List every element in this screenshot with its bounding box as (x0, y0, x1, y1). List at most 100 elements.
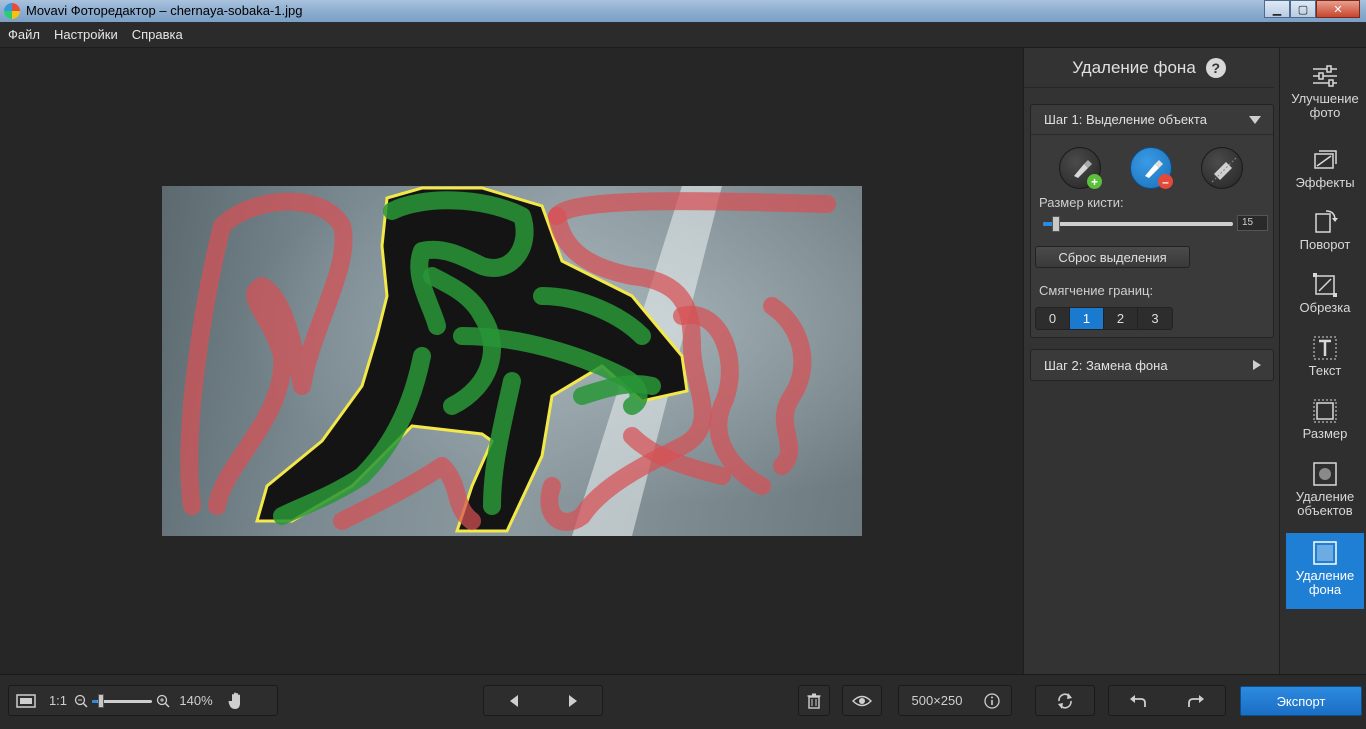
tool-object-removal[interactable]: Удаление объектов (1286, 460, 1364, 518)
fit-to-screen-icon[interactable] (9, 693, 43, 708)
undo-button[interactable] (1109, 694, 1167, 708)
tool-rotate-label: Поворот (1299, 237, 1351, 252)
tool-effects[interactable]: Эффекты (1286, 146, 1364, 190)
refresh-icon (1036, 692, 1094, 710)
tool-crop-label: Обрезка (1299, 300, 1351, 315)
object-removal-icon (1313, 462, 1337, 486)
window-title: Movavi Фоторедактор – chernaya-sobaka-1.… (26, 3, 303, 18)
smoothing-label: Смягчение границ: (1039, 283, 1154, 298)
menu-help[interactable]: Справка (124, 27, 189, 42)
zoom-in-icon[interactable] (155, 694, 171, 708)
actual-size-button[interactable]: 1:1 (43, 693, 73, 708)
chevron-down-icon (1249, 116, 1261, 124)
reset-button[interactable] (1035, 685, 1095, 716)
smoothing-option-0[interactable]: 0 (1036, 308, 1070, 329)
panel-title: Удаление фона ? (1024, 48, 1274, 88)
resize-icon (1313, 399, 1337, 423)
text-icon (1313, 336, 1337, 360)
crop-icon (1313, 273, 1337, 297)
tool-background-removal-label: Удаление (1295, 568, 1355, 583)
tool-text[interactable]: Текст (1286, 334, 1364, 378)
zoom-controls: 1:1 140% (8, 685, 278, 716)
history-controls (1108, 685, 1226, 716)
menu-file[interactable]: Файл (0, 27, 46, 42)
tool-resize-label: Размер (1302, 426, 1348, 441)
menu-settings[interactable]: Настройки (46, 27, 124, 42)
reset-selection-button[interactable]: Сброс выделения (1035, 246, 1190, 268)
step2-section[interactable]: Шаг 2: Замена фона (1030, 349, 1274, 381)
redo-button[interactable] (1167, 694, 1225, 708)
help-icon[interactable]: ? (1205, 57, 1226, 78)
tool-rotate[interactable]: Поворот (1286, 208, 1364, 252)
sliders-icon (1313, 65, 1337, 87)
brush-size-label: Размер кисти: (1039, 195, 1124, 210)
image-navigation (483, 685, 603, 716)
minimize-icon: ▁ (1272, 3, 1282, 16)
zoom-level: 140% (179, 693, 213, 708)
step2-header[interactable]: Шаг 2: Замена фона (1031, 350, 1273, 380)
tool-crop[interactable]: Обрезка (1286, 271, 1364, 315)
eye-icon (843, 695, 881, 707)
tool-enhance[interactable]: Улучшение фото (1286, 62, 1364, 120)
bottom-bar: 1:1 140% 500×250 Экспорт (0, 674, 1366, 729)
tool-background-removal[interactable]: Удаление фона (1286, 533, 1364, 609)
background-removal-panel: Удаление фона ? Шаг 1: Выделение объекта… (1023, 48, 1279, 674)
title-bar: Movavi Фоторедактор – chernaya-sobaka-1.… (0, 0, 1366, 22)
maximize-icon: ▢ (1297, 3, 1309, 16)
trash-icon (799, 693, 829, 709)
preview-button[interactable] (842, 685, 882, 716)
brush-add-button[interactable]: + (1059, 147, 1102, 189)
tool-background-removal-label-2: фона (1308, 582, 1342, 597)
arrow-right-icon (568, 694, 577, 707)
smoothing-option-2[interactable]: 2 (1104, 308, 1138, 329)
next-image-button[interactable] (543, 694, 602, 708)
eraser-button[interactable] (1201, 147, 1243, 189)
tool-enhance-label-2: фото (1309, 105, 1341, 120)
minimize-button[interactable]: ▁ (1264, 0, 1290, 18)
zoom-out-icon[interactable] (73, 694, 89, 708)
info-icon[interactable] (975, 692, 1009, 709)
tool-resize[interactable]: Размер (1286, 397, 1364, 441)
app-window: Movavi Фоторедактор – chernaya-sobaka-1.… (0, 0, 1366, 729)
tool-enhance-label: Улучшение (1291, 91, 1359, 106)
brush-size-value[interactable]: 15 (1237, 215, 1268, 231)
previous-image-button[interactable] (484, 694, 543, 708)
redo-icon (1188, 694, 1204, 707)
close-button[interactable]: ✕ (1316, 0, 1360, 18)
hand-tool-icon[interactable] (221, 692, 251, 710)
step1-label: Шаг 1: Выделение объекта (1044, 112, 1207, 127)
eraser-icon (1211, 157, 1237, 183)
smoothing-option-3[interactable]: 3 (1138, 308, 1172, 329)
tool-object-removal-label: Удаление (1295, 489, 1355, 504)
window-controls: ▁ ▢ ✕ (1264, 0, 1360, 18)
image-size: 500×250 (911, 693, 963, 708)
maximize-button[interactable]: ▢ (1290, 0, 1316, 18)
delete-button[interactable] (798, 685, 830, 716)
brush-size-handle[interactable] (1052, 216, 1060, 232)
close-icon: ✕ (1333, 3, 1343, 16)
arrow-left-icon (509, 694, 518, 707)
smoothing-option-1[interactable]: 1 (1070, 308, 1104, 329)
rotate-icon (1315, 210, 1338, 233)
step1-header[interactable]: Шаг 1: Выделение объекта (1031, 105, 1273, 135)
image-canvas[interactable] (0, 48, 1023, 674)
image-size-box: 500×250 (898, 685, 1012, 716)
menu-bar: Файл Настройки Справка (0, 22, 1366, 48)
tools-sidebar: Улучшение фото Эффекты Поворот Обрезка Т… (1279, 48, 1366, 674)
zoom-slider[interactable] (92, 693, 152, 708)
photo-preview[interactable] (162, 186, 862, 536)
effects-icon (1314, 150, 1337, 169)
tool-effects-label: Эффекты (1295, 175, 1355, 190)
chevron-right-icon (1253, 360, 1261, 370)
smoothing-selector: 0 1 2 3 (1035, 307, 1173, 330)
brush-remove-button[interactable]: – (1130, 147, 1173, 189)
zoom-handle[interactable] (98, 693, 104, 708)
brush-size-slider[interactable] (1043, 216, 1233, 232)
movavi-app-icon (4, 3, 20, 19)
step1-section: Шаг 1: Выделение объекта + – Размер кист… (1030, 104, 1274, 338)
background-removal-icon (1313, 541, 1337, 565)
plus-icon: + (1087, 174, 1102, 189)
export-button[interactable]: Экспорт (1240, 686, 1362, 716)
selection-overlay (180, 186, 836, 536)
minus-icon: – (1158, 174, 1173, 189)
